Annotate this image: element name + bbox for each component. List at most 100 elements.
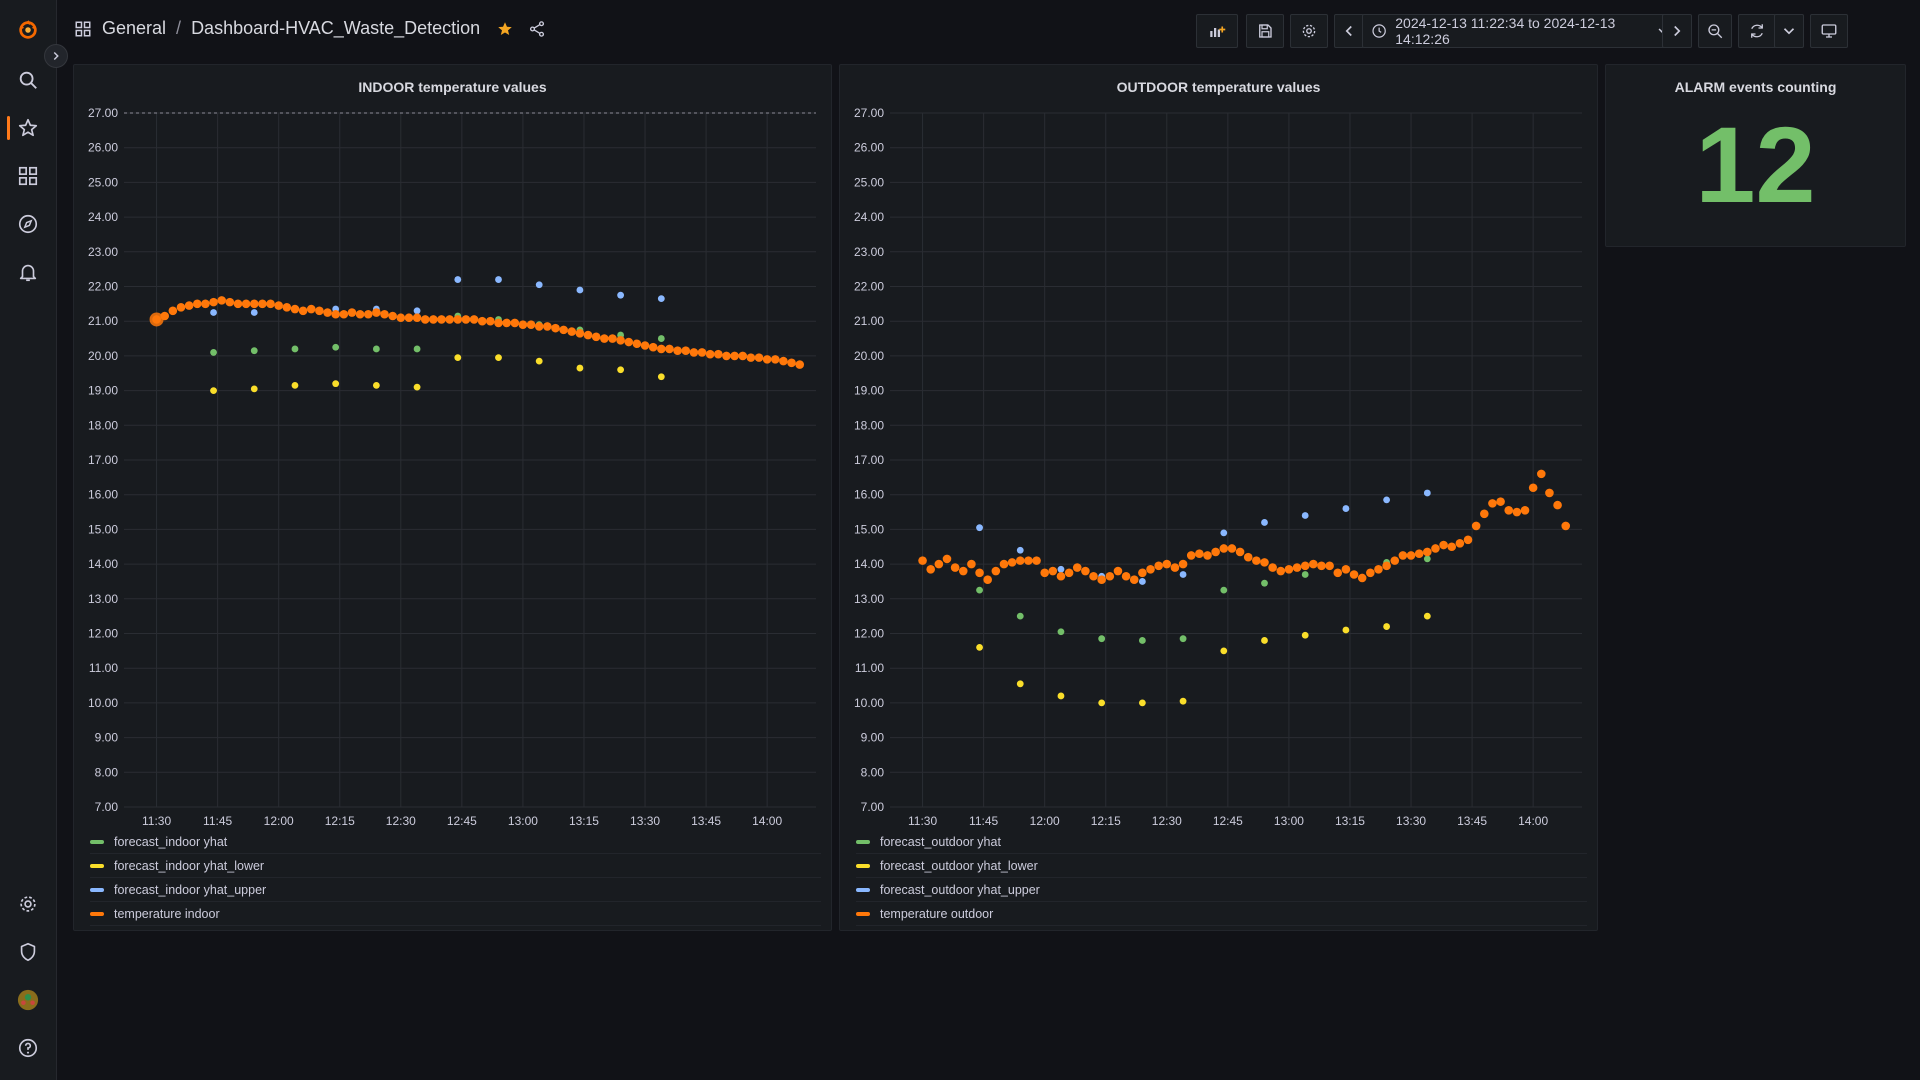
- data-point[interactable]: [250, 385, 258, 393]
- data-point[interactable]: [730, 351, 739, 361]
- data-point[interactable]: [1138, 578, 1146, 585]
- legend-item[interactable]: forecast_outdoor yhat: [856, 830, 1587, 854]
- data-point[interactable]: [1357, 573, 1367, 583]
- data-point[interactable]: [331, 309, 340, 319]
- data-point[interactable]: [323, 308, 332, 317]
- data-point[interactable]: [372, 381, 380, 389]
- data-point[interactable]: [1098, 699, 1106, 707]
- data-point[interactable]: [176, 303, 186, 312]
- data-point[interactable]: [495, 354, 502, 362]
- data-point[interactable]: [1220, 529, 1228, 537]
- data-point[interactable]: [380, 309, 389, 319]
- data-point[interactable]: [250, 347, 258, 355]
- data-point[interactable]: [298, 306, 308, 316]
- save-dashboard-button[interactable]: [1246, 14, 1284, 48]
- data-point[interactable]: [1463, 535, 1473, 545]
- data-point[interactable]: [648, 342, 658, 352]
- time-range-picker[interactable]: 2024-12-13 11:22:34 to 2024-12-13 14:12:…: [1362, 14, 1680, 48]
- data-point[interactable]: [967, 559, 976, 569]
- data-point[interactable]: [1504, 506, 1514, 515]
- data-point[interactable]: [210, 349, 217, 356]
- data-point[interactable]: [1325, 561, 1334, 571]
- panel-title[interactable]: ALARM events counting: [1606, 79, 1905, 95]
- data-point[interactable]: [591, 332, 601, 342]
- data-point[interactable]: [201, 299, 210, 309]
- data-point[interactable]: [1406, 551, 1416, 560]
- data-point[interactable]: [347, 308, 357, 317]
- data-point[interactable]: [976, 586, 983, 594]
- data-point[interactable]: [1374, 565, 1383, 574]
- data-point[interactable]: [404, 313, 414, 323]
- data-point[interactable]: [1089, 571, 1098, 581]
- data-point[interactable]: [1268, 563, 1277, 572]
- data-point[interactable]: [1138, 699, 1146, 707]
- data-point[interactable]: [975, 568, 984, 578]
- data-point[interactable]: [665, 344, 674, 354]
- data-point[interactable]: [583, 330, 593, 340]
- data-point[interactable]: [339, 309, 349, 319]
- breadcrumb-folder[interactable]: General: [102, 18, 166, 39]
- data-point[interactable]: [1301, 512, 1309, 519]
- hovered-data-point[interactable]: [149, 312, 164, 327]
- data-point[interactable]: [210, 309, 217, 316]
- data-point[interactable]: [518, 320, 528, 329]
- data-point[interactable]: [413, 307, 421, 315]
- data-point[interactable]: [617, 291, 625, 299]
- data-point[interactable]: [396, 313, 406, 323]
- data-point[interactable]: [1016, 612, 1024, 620]
- data-point[interactable]: [445, 315, 454, 324]
- data-point[interactable]: [1390, 556, 1400, 565]
- data-point[interactable]: [1057, 628, 1065, 636]
- data-point[interactable]: [1056, 571, 1066, 581]
- data-point[interactable]: [1496, 497, 1505, 506]
- data-point[interactable]: [918, 556, 927, 565]
- data-point[interactable]: [535, 281, 543, 289]
- data-point[interactable]: [1016, 680, 1024, 688]
- data-point[interactable]: [673, 346, 682, 355]
- data-point[interactable]: [1195, 549, 1204, 558]
- data-point[interactable]: [754, 353, 764, 362]
- legend-item[interactable]: forecast_indoor yhat: [90, 830, 821, 854]
- data-point[interactable]: [1179, 697, 1187, 705]
- data-point[interactable]: [291, 345, 299, 353]
- data-point[interactable]: [1097, 575, 1106, 585]
- data-point[interactable]: [1553, 500, 1562, 510]
- data-point[interactable]: [290, 304, 300, 314]
- data-point[interactable]: [1439, 540, 1448, 550]
- dashboard-settings-button[interactable]: [1290, 14, 1328, 48]
- indoor-temperature-chart[interactable]: 7.00 8.00 9.00 10.00 11.00 12.00 13.00 14.00 15.…: [74, 65, 831, 825]
- data-point[interactable]: [1252, 556, 1261, 565]
- data-point[interactable]: [1024, 556, 1033, 565]
- data-point[interactable]: [233, 299, 243, 309]
- data-point[interactable]: [372, 345, 380, 353]
- data-point[interactable]: [926, 565, 936, 574]
- data-point[interactable]: [1382, 561, 1391, 571]
- data-point[interactable]: [1301, 631, 1309, 639]
- data-point[interactable]: [616, 335, 625, 345]
- data-point[interactable]: [1179, 571, 1187, 578]
- data-point[interactable]: [576, 364, 584, 372]
- data-point[interactable]: [950, 563, 960, 572]
- data-point[interactable]: [192, 299, 202, 309]
- data-point[interactable]: [1007, 558, 1017, 567]
- data-point[interactable]: [1015, 556, 1025, 565]
- data-point[interactable]: [168, 306, 178, 316]
- user-avatar-icon[interactable]: [16, 988, 40, 1012]
- refresh-button[interactable]: [1738, 14, 1776, 48]
- data-point[interactable]: [1113, 566, 1123, 576]
- legend-item[interactable]: forecast_indoor yhat_lower: [90, 854, 821, 878]
- alerting-icon[interactable]: [16, 260, 40, 284]
- data-point[interactable]: [1292, 563, 1302, 572]
- data-point[interactable]: [1219, 544, 1229, 553]
- data-point[interactable]: [1480, 509, 1489, 519]
- data-point[interactable]: [249, 299, 259, 309]
- data-point[interactable]: [1423, 547, 1432, 557]
- data-point[interactable]: [999, 559, 1009, 569]
- data-point[interactable]: [1121, 571, 1131, 581]
- data-point[interactable]: [976, 524, 983, 532]
- data-point[interactable]: [722, 351, 731, 361]
- data-point[interactable]: [477, 316, 487, 326]
- data-point[interactable]: [1561, 521, 1571, 531]
- data-point[interactable]: [559, 325, 568, 335]
- data-point[interactable]: [495, 276, 502, 283]
